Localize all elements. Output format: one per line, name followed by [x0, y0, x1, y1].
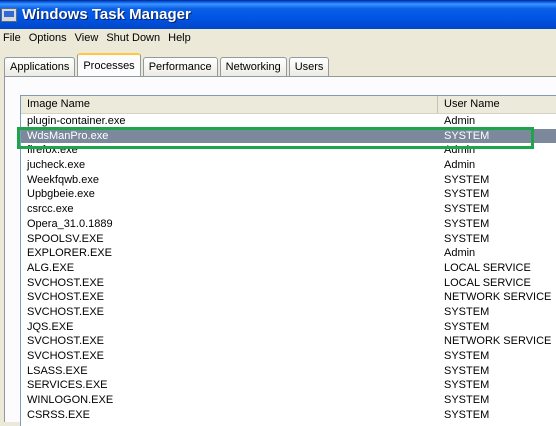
- window-title: Windows Task Manager: [22, 6, 191, 23]
- process-user-name: LOCAL SERVICE: [444, 276, 531, 289]
- process-list[interactable]: Image Name User Name plugin-container.ex…: [20, 95, 556, 426]
- process-image-name: JQS.EXE: [27, 320, 74, 333]
- process-image-name: SVCHOST.EXE: [27, 291, 105, 304]
- process-image-name: firefox.exe: [27, 144, 78, 157]
- menu-file[interactable]: File: [0, 32, 26, 44]
- process-user-name: SYSTEM: [444, 408, 490, 421]
- table-row[interactable]: SVCHOST.EXE NETWORK SERVICE: [21, 290, 556, 305]
- process-user-name: SYSTEM: [444, 305, 490, 318]
- process-image-name: WdsManPro.exe: [27, 129, 109, 142]
- table-row[interactable]: SPOOLSV.EXE SYSTEM: [21, 232, 556, 247]
- table-row[interactable]: Weekfqwb.exe SYSTEM: [21, 173, 556, 188]
- menu-bar: File Options View Shut Down Help: [0, 29, 556, 46]
- tab-processes[interactable]: Processes: [77, 53, 141, 76]
- table-row[interactable]: JQS.EXE SYSTEM: [21, 320, 556, 335]
- process-image-name: plugin-container.exe: [27, 115, 126, 127]
- task-manager-icon: [1, 7, 17, 22]
- process-image-name: SVCHOST.EXE: [27, 305, 105, 318]
- table-row[interactable]: LSASS.EXE SYSTEM: [21, 364, 556, 379]
- process-image-name: WINLOGON.EXE: [27, 394, 114, 407]
- process-image-name: LSASS.EXE: [27, 364, 88, 377]
- process-image-name: SVCHOST.EXE: [27, 276, 105, 289]
- process-user-name: SYSTEM: [444, 350, 490, 362]
- table-row[interactable]: firefox.exe Admin: [21, 143, 556, 158]
- process-image-name: SVCHOST.EXE: [27, 350, 105, 362]
- process-image-name: jucheck.exe: [27, 159, 86, 172]
- process-user-name: Admin: [444, 159, 476, 172]
- table-row[interactable]: EXPLORER.EXE Admin: [21, 246, 556, 261]
- process-image-name: ALG.EXE: [27, 261, 75, 274]
- process-rows: plugin-container.exe Admin WdsManPro.exe SY…: [21, 114, 556, 422]
- process-user-name: NETWORK SERVICE: [444, 335, 552, 348]
- table-row[interactable]: SVCHOST.EXE SYSTEM: [21, 305, 556, 320]
- table-row[interactable]: ALG.EXE LOCAL SERVICE: [21, 261, 556, 276]
- process-image-name: SVCHOST.EXE: [27, 335, 105, 348]
- table-row[interactable]: Upbgbeie.exe SYSTEM: [21, 187, 556, 202]
- process-user-name: SYSTEM: [444, 232, 490, 245]
- menu-view[interactable]: View: [72, 32, 104, 44]
- process-user-name: SYSTEM: [444, 364, 490, 377]
- process-user-name: Admin: [444, 144, 476, 157]
- process-image-name: CSRSS.EXE: [27, 408, 90, 421]
- process-user-name: Admin: [444, 247, 476, 260]
- process-user-name: SYSTEM: [444, 129, 490, 142]
- process-image-name: Opera_31.0.1889: [27, 217, 113, 230]
- menu-help[interactable]: Help: [165, 32, 196, 44]
- process-user-name: NETWORK SERVICE: [444, 291, 552, 304]
- process-image-name: csrcc.exe: [27, 203, 74, 216]
- table-row[interactable]: SVCHOST.EXE LOCAL SERVICE: [21, 276, 556, 291]
- table-row[interactable]: Opera_31.0.1889 SYSTEM: [21, 217, 556, 232]
- process-user-name: SYSTEM: [444, 379, 490, 392]
- table-row[interactable]: CSRSS.EXE SYSTEM: [21, 408, 556, 423]
- process-image-name: Weekfqwb.exe: [27, 173, 99, 186]
- list-header: Image Name User Name: [21, 96, 556, 114]
- tab-networking[interactable]: Networking: [219, 57, 287, 76]
- menu-shut-down[interactable]: Shut Down: [103, 32, 165, 44]
- menu-options[interactable]: Options: [26, 32, 72, 44]
- tab-strip: Applications Processes Performance Netwo…: [4, 53, 552, 76]
- table-row[interactable]: jucheck.exe Admin: [21, 158, 556, 173]
- table-row[interactable]: SVCHOST.EXE SYSTEM: [21, 349, 556, 364]
- process-image-name: SERVICES.EXE: [27, 379, 108, 392]
- column-header-user-name[interactable]: User Name: [438, 96, 556, 113]
- tab-performance[interactable]: Performance: [142, 57, 218, 76]
- process-user-name: SYSTEM: [444, 203, 490, 216]
- process-user-name: Admin: [444, 115, 476, 127]
- process-user-name: SYSTEM: [444, 173, 490, 186]
- table-row[interactable]: SVCHOST.EXE NETWORK SERVICE: [21, 334, 556, 349]
- process-image-name: SPOOLSV.EXE: [27, 232, 104, 245]
- process-user-name: SYSTEM: [444, 394, 490, 407]
- column-header-image-name[interactable]: Image Name: [21, 96, 438, 113]
- process-user-name: SYSTEM: [444, 188, 490, 201]
- tab-users[interactable]: Users: [288, 57, 330, 76]
- process-image-name: Upbgbeie.exe: [27, 188, 95, 201]
- title-bar[interactable]: Windows Task Manager: [0, 0, 556, 29]
- table-row[interactable]: SERVICES.EXE SYSTEM: [21, 378, 556, 393]
- table-row[interactable]: plugin-container.exe Admin: [21, 114, 556, 129]
- process-user-name: SYSTEM: [444, 217, 490, 230]
- table-row[interactable]: csrcc.exe SYSTEM: [21, 202, 556, 217]
- table-row[interactable]: WINLOGON.EXE SYSTEM: [21, 393, 556, 408]
- tab-applications[interactable]: Applications: [4, 57, 76, 76]
- process-user-name: LOCAL SERVICE: [444, 261, 531, 274]
- table-row[interactable]: WdsManPro.exe SYSTEM: [21, 128, 556, 144]
- process-user-name: SYSTEM: [444, 320, 490, 333]
- process-image-name: EXPLORER.EXE: [27, 247, 112, 260]
